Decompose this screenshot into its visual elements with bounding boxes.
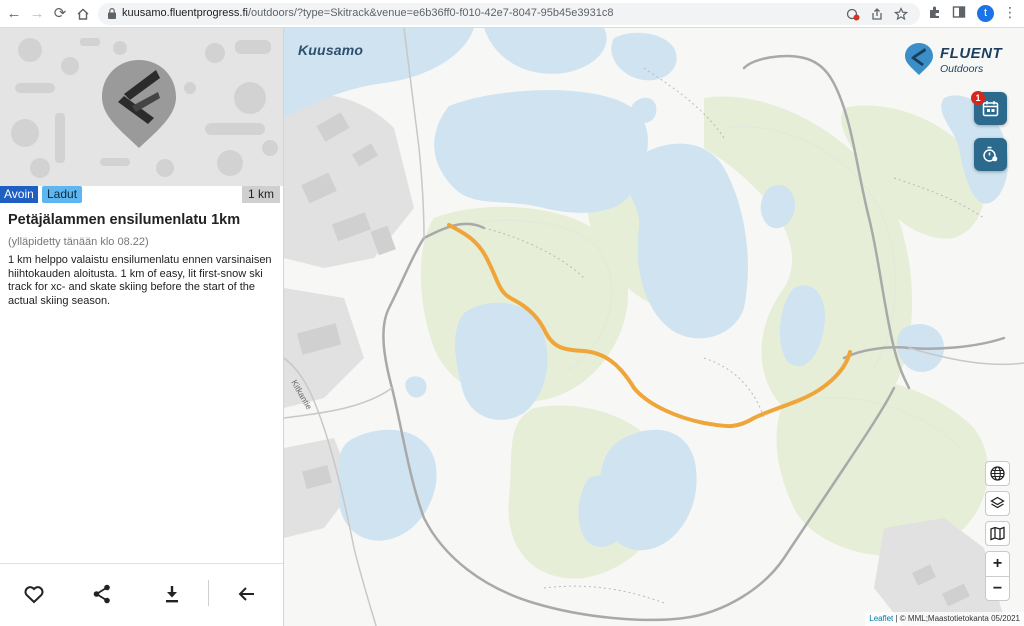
length-badge: 1 km	[242, 186, 281, 203]
back-arrow-icon[interactable]: ←	[4, 4, 24, 24]
category-badge: Ladut	[42, 186, 83, 203]
status-badge: Avoin	[0, 186, 38, 203]
favorite-heart-icon[interactable]	[22, 582, 46, 606]
browser-toolbar: ← → ⟳ kuusamo.fluentprogress.fi/outdoors…	[0, 0, 1024, 28]
brand-logo-icon	[905, 43, 933, 75]
back-arrow-icon[interactable]	[235, 582, 259, 606]
globe-control[interactable]	[985, 461, 1010, 486]
layers-control[interactable]	[985, 491, 1010, 516]
globe-icon	[990, 466, 1005, 481]
maintenance-note: (ylläpidetty tänään klo 08.22)	[8, 236, 149, 248]
folded-map-icon	[990, 526, 1005, 541]
track-details-panel: Avoin Ladut 1 km Petäjälammen ensilumenl…	[0, 28, 284, 626]
brand-subtitle: Outdoors	[940, 63, 984, 75]
track-actions	[0, 563, 283, 626]
share-icon[interactable]	[90, 582, 114, 606]
side-panel-icon[interactable]	[952, 5, 966, 19]
track-title: Petäjälammen ensilumenlatu 1km	[8, 212, 241, 228]
zoom-in-button[interactable]: +	[986, 552, 1009, 576]
track-description: 1 km helppo valaistu ensilumenlatu ennen…	[8, 254, 272, 307]
map-attribution: Leaflet | © MML;Maastotietokanta 05/2021	[865, 612, 1024, 626]
zoom-control: + −	[985, 551, 1010, 601]
download-icon[interactable]	[160, 582, 184, 606]
home-icon[interactable]	[73, 4, 93, 24]
address-bar[interactable]: kuusamo.fluentprogress.fi/outdoors/?type…	[98, 3, 920, 25]
place-label: Kuusamo	[298, 42, 364, 58]
share-page-icon[interactable]	[870, 7, 884, 21]
url-text: kuusamo.fluentprogress.fi/outdoors/?type…	[122, 7, 614, 19]
bookmark-star-icon[interactable]	[894, 7, 908, 21]
map-view[interactable]: Kuusamo Kitkantie FLUENT Outdoors 1 + − …	[284, 28, 1024, 626]
browser-menu-icon[interactable]: ⋮	[1003, 4, 1017, 21]
fluent-outdoors-brand: FLUENT Outdoors	[904, 42, 1002, 81]
calendar-icon	[982, 101, 999, 117]
stopwatch-gear-icon	[983, 146, 998, 162]
track-hero-image	[0, 28, 283, 186]
reload-icon[interactable]: ⟳	[50, 4, 70, 24]
map-tiles[interactable]	[284, 28, 1024, 626]
zoom-out-button[interactable]: −	[986, 577, 1009, 601]
map-style-control[interactable]	[985, 521, 1010, 546]
notification-badge: 1	[971, 91, 985, 105]
blocked-content-icon[interactable]	[846, 7, 860, 21]
brand-name: FLUENT	[940, 45, 1003, 62]
attribution-text: | © MML;Maastotietokanta 05/2021	[893, 614, 1021, 623]
leaflet-link[interactable]: Leaflet	[869, 614, 893, 623]
action-divider	[208, 580, 209, 606]
profile-avatar[interactable]: t	[977, 5, 994, 22]
lock-icon[interactable]	[107, 7, 117, 20]
fluent-logo-icon	[102, 60, 176, 148]
timer-settings-button[interactable]	[974, 138, 1007, 171]
extensions-icon[interactable]	[928, 5, 942, 19]
layers-icon	[990, 496, 1005, 509]
forward-arrow-icon[interactable]: →	[27, 4, 47, 24]
